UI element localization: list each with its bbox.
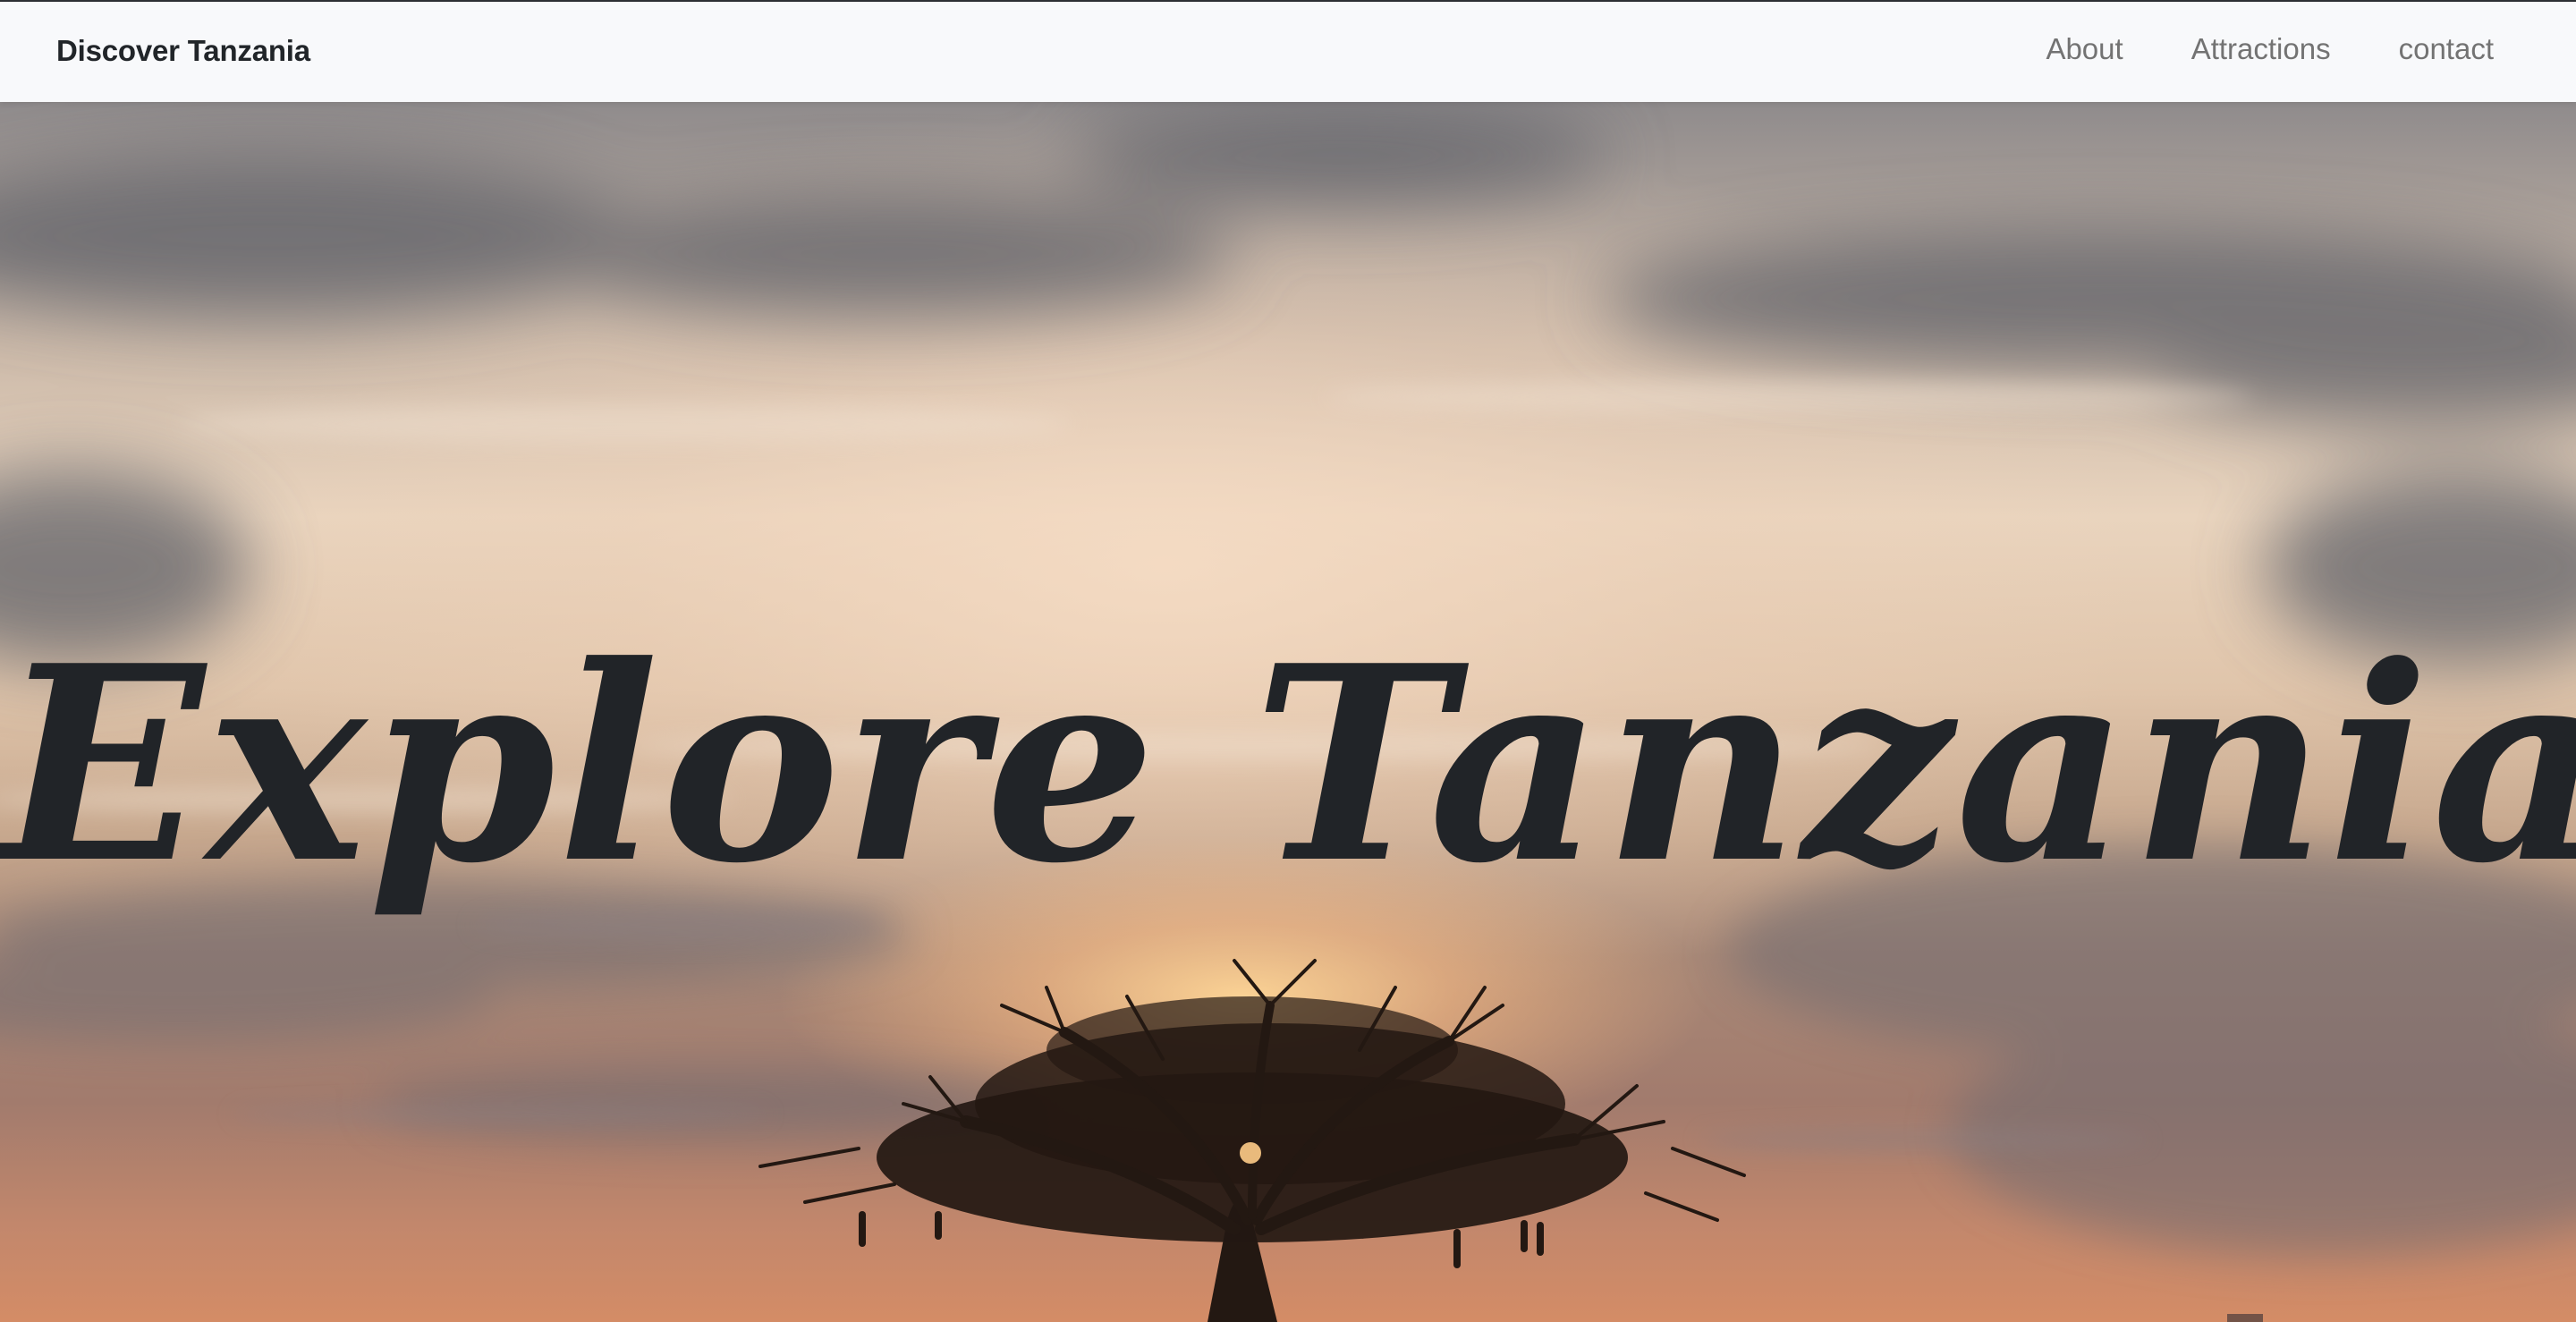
hero-section: Explore Tanzania [0,102,2576,1322]
window-top-border [0,0,2576,2]
hero-title: Explore Tanzania [0,606,2576,922]
nav-link-contact[interactable]: contact [2399,32,2494,66]
nav-link-attractions[interactable]: Attractions [2191,32,2331,66]
navbar: Discover Tanzania About Attractions cont… [0,2,2576,102]
nav-links: About Attractions contact [2046,32,2494,66]
nav-link-about[interactable]: About [2046,32,2123,66]
page: Discover Tanzania About Attractions cont… [0,0,2576,1322]
brand-link[interactable]: Discover Tanzania [56,34,310,68]
